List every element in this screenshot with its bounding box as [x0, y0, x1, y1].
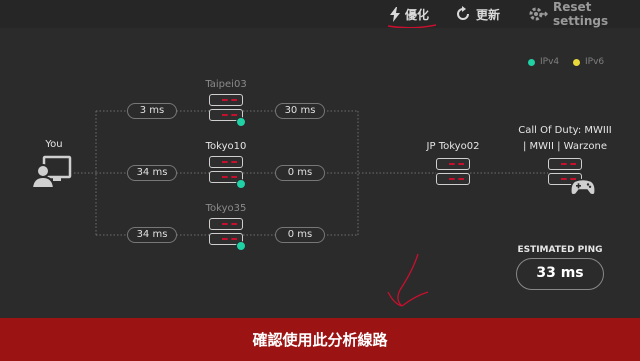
source-label: You [45, 139, 63, 150]
game-label-line1: Call Of Duty: MWIII [518, 125, 612, 136]
annotation-arrow [387, 253, 429, 307]
confirm-route-button[interactable]: 確認使用此分析線路 [0, 318, 640, 361]
relay-server-taipei03[interactable] [209, 94, 246, 127]
gamepad-icon [570, 178, 596, 200]
ipv4-status-dot [236, 117, 246, 127]
relay-server-tokyo35[interactable] [209, 218, 246, 251]
ping-pill-in-taipei03: 3 ms [127, 103, 177, 119]
server-rack-unit [209, 218, 243, 230]
server-rack-unit [548, 158, 582, 170]
user-computer-icon [30, 155, 74, 193]
ping-pill-in-tokyo10: 34 ms [127, 165, 177, 181]
estimated-ping-value: 33 ms [516, 258, 604, 290]
server-rack-unit [209, 94, 243, 106]
server-rack-unit [436, 173, 470, 185]
ping-pill-out-taipei03: 30 ms [275, 103, 325, 119]
relay-server-tokyo10[interactable] [209, 156, 246, 189]
ping-pill-out-tokyo35: 0 ms [275, 227, 325, 243]
estimated-ping-title: ESTIMATED PING [517, 245, 603, 255]
ipv6-dot [573, 58, 580, 66]
relay-name-tokyo35: Tokyo35 [205, 203, 247, 214]
endpoint-server [436, 158, 470, 188]
legend-ipv4-label: IPv4 [540, 57, 560, 67]
relay-name-taipei03: Taipei03 [205, 79, 247, 90]
ipv4-status-dot [236, 241, 246, 251]
ping-pill-out-tokyo10: 0 ms [275, 165, 325, 181]
ipv4-dot [528, 58, 535, 66]
server-rack-unit [436, 158, 470, 170]
relay-name-tokyo10: Tokyo10 [205, 141, 247, 152]
endpoint-label: JP Tokyo02 [426, 141, 480, 152]
legend-ipv6-label: IPv6 [585, 57, 605, 67]
server-rack-unit [209, 156, 243, 168]
game-label-line2: | MWII | Warzone [522, 141, 608, 152]
legend-ipv4: IPv4 [528, 57, 559, 67]
legend-ipv6: IPv6 [573, 57, 604, 67]
ping-pill-in-tokyo35: 34 ms [127, 227, 177, 243]
ipv4-status-dot [236, 179, 246, 189]
route-lines [74, 110, 548, 307]
